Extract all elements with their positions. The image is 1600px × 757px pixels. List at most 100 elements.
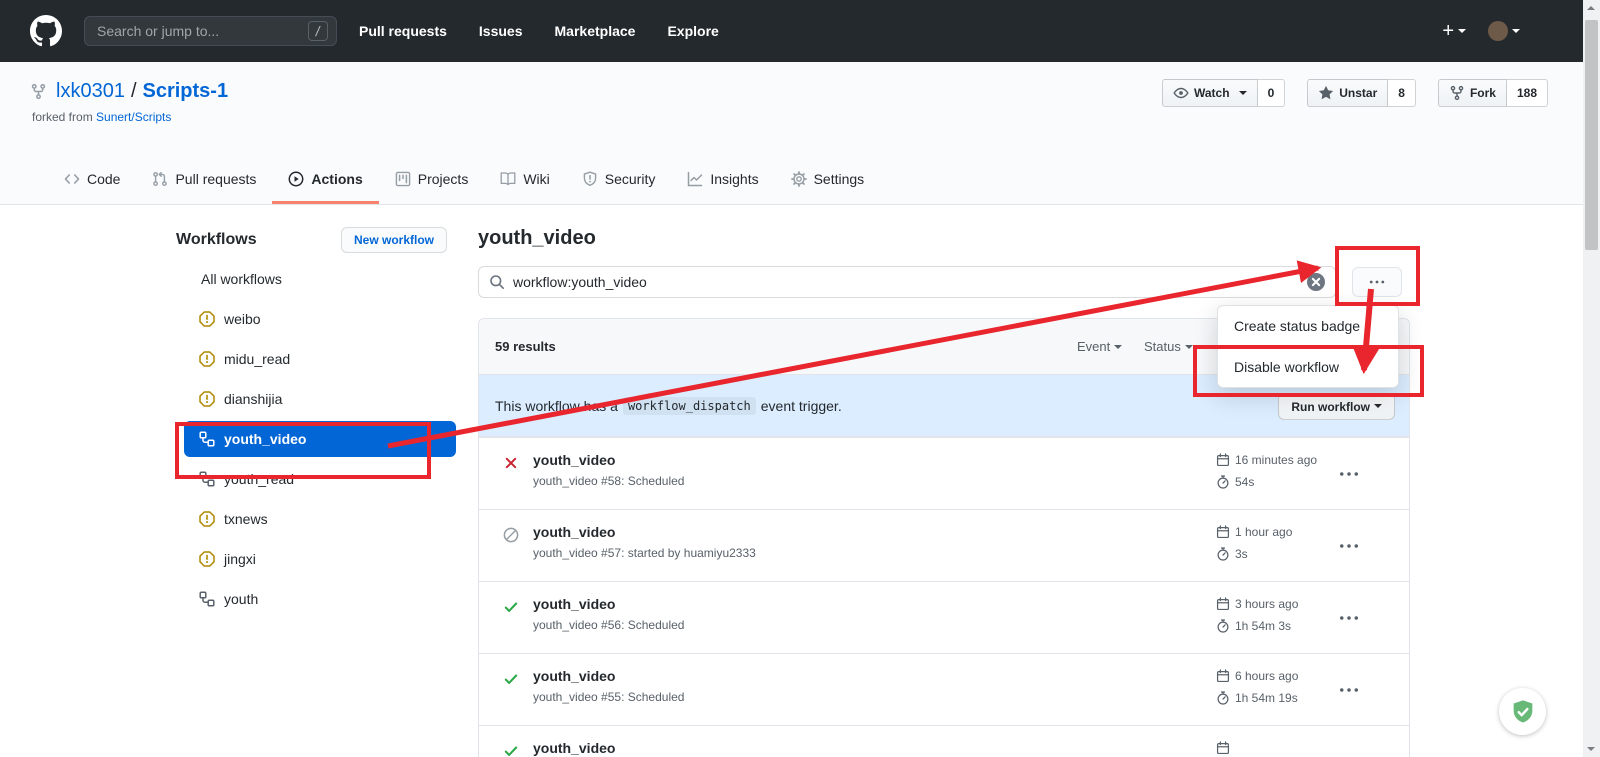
sidebar-item-label: midu_read bbox=[224, 351, 290, 367]
run-workflow-button[interactable]: Run workflow bbox=[1278, 393, 1395, 420]
run-row[interactable]: youth_video youth_video #55: Scheduled 6… bbox=[479, 653, 1409, 725]
nav-explore[interactable]: Explore bbox=[667, 23, 718, 39]
page-title: youth_video bbox=[478, 227, 1410, 250]
workflows-heading: Workflows bbox=[176, 231, 257, 249]
run-title-link[interactable]: youth_video bbox=[533, 668, 684, 684]
tab-code[interactable]: Code bbox=[48, 157, 136, 204]
warning-icon bbox=[199, 311, 215, 327]
sidebar-item-jingxi[interactable]: jingxi bbox=[184, 541, 456, 577]
sidebar-item-label: txnews bbox=[224, 511, 268, 527]
page-scrollbar[interactable] bbox=[1583, 0, 1600, 757]
tab-security[interactable]: Security bbox=[566, 157, 672, 204]
sidebar-item-label: All workflows bbox=[201, 271, 282, 287]
menu-item-disable-workflow[interactable]: Disable workflow bbox=[1218, 347, 1398, 387]
fork-count[interactable]: 188 bbox=[1507, 79, 1548, 107]
sidebar-item-label: youth_read bbox=[224, 471, 294, 487]
repo-forked-icon bbox=[1449, 85, 1465, 101]
menu-item-create-status-badge[interactable]: Create status badge bbox=[1218, 306, 1398, 346]
clear-filter-icon[interactable] bbox=[1307, 273, 1325, 291]
run-time: 6 hours ago bbox=[1235, 669, 1298, 683]
run-subtitle: youth_video #55: Scheduled bbox=[533, 690, 684, 704]
repo-owner-link[interactable]: lxk0301 bbox=[56, 80, 125, 103]
sidebar-item-label: jingxi bbox=[224, 551, 256, 567]
new-workflow-button[interactable]: New workflow bbox=[341, 227, 447, 253]
run-subtitle: youth_video #58: Scheduled bbox=[533, 474, 684, 488]
nav-pull-requests[interactable]: Pull requests bbox=[359, 23, 447, 39]
fork-notice-text: forked from bbox=[32, 110, 93, 124]
star-count[interactable]: 8 bbox=[1388, 79, 1416, 107]
workflows-sidebar: Workflows New workflow All workflows wei… bbox=[176, 219, 456, 621]
workflow-icon bbox=[199, 471, 215, 487]
watch-button[interactable]: Watch bbox=[1162, 79, 1258, 107]
run-row[interactable]: youth_video youth_video #57: started by … bbox=[479, 509, 1409, 581]
repo-header: lxk0301 / Scripts-1 forked from Sunert/S… bbox=[0, 62, 1600, 205]
tab-projects[interactable]: Projects bbox=[379, 157, 485, 204]
run-row[interactable]: youth_video bbox=[479, 725, 1409, 757]
calendar-icon bbox=[1216, 669, 1230, 683]
sidebar-item-dianshijia[interactable]: dianshijia bbox=[184, 381, 456, 417]
scrollbar-thumb[interactable] bbox=[1585, 20, 1598, 250]
repo-title-separator: / bbox=[131, 80, 137, 103]
runs-filter-search[interactable] bbox=[478, 266, 1336, 298]
play-icon bbox=[288, 171, 304, 187]
gear-icon bbox=[791, 171, 807, 187]
run-options-icon[interactable] bbox=[1336, 608, 1362, 628]
run-row[interactable]: youth_video youth_video #56: Scheduled 3… bbox=[479, 581, 1409, 653]
repo-tab-nav: Code Pull requests Actions Projects Wiki… bbox=[48, 157, 880, 204]
run-status-success-icon bbox=[503, 599, 519, 615]
run-title-link[interactable]: youth_video bbox=[533, 740, 615, 756]
status-filter-dropdown[interactable]: Status bbox=[1144, 339, 1193, 354]
tab-wiki[interactable]: Wiki bbox=[484, 157, 565, 204]
run-duration: 1h 54m 3s bbox=[1235, 619, 1291, 633]
event-filter-dropdown[interactable]: Event bbox=[1077, 339, 1122, 354]
book-icon bbox=[500, 171, 516, 187]
sidebar-item-midu-read[interactable]: midu_read bbox=[184, 341, 456, 377]
run-meta bbox=[1216, 739, 1235, 757]
run-options-icon[interactable] bbox=[1336, 464, 1362, 484]
workflow-options-button[interactable] bbox=[1352, 267, 1402, 297]
run-title-link[interactable]: youth_video bbox=[533, 596, 684, 612]
nav-marketplace[interactable]: Marketplace bbox=[555, 23, 636, 39]
tab-insights[interactable]: Insights bbox=[671, 157, 774, 204]
run-row[interactable]: youth_video youth_video #58: Scheduled 1… bbox=[479, 437, 1409, 509]
global-search[interactable]: / bbox=[84, 16, 337, 46]
calendar-icon bbox=[1216, 525, 1230, 539]
run-meta: 16 minutes ago 54s bbox=[1216, 451, 1317, 495]
fork-button[interactable]: Fork bbox=[1438, 79, 1507, 107]
sidebar-item-all-workflows[interactable]: All workflows bbox=[184, 261, 456, 297]
user-menu[interactable] bbox=[1488, 21, 1520, 41]
run-options-icon[interactable] bbox=[1336, 680, 1362, 700]
nav-issues[interactable]: Issues bbox=[479, 23, 523, 39]
sidebar-item-youth-read[interactable]: youth_read bbox=[184, 461, 456, 497]
sidebar-item-youth-video[interactable]: youth_video bbox=[184, 421, 456, 457]
caret-down-icon bbox=[1239, 91, 1247, 99]
github-logo-icon[interactable] bbox=[30, 15, 62, 47]
sidebar-item-label: weibo bbox=[224, 311, 261, 327]
fork-source-link[interactable]: Sunert/Scripts bbox=[96, 110, 171, 124]
sidebar-item-label: dianshijia bbox=[224, 391, 282, 407]
repo-name-link[interactable]: Scripts-1 bbox=[143, 80, 229, 103]
sidebar-item-weibo[interactable]: weibo bbox=[184, 301, 456, 337]
run-time: 1 hour ago bbox=[1235, 525, 1292, 539]
scroll-up-arrow-icon[interactable] bbox=[1587, 6, 1595, 10]
banner-code: workflow_dispatch bbox=[623, 397, 756, 415]
shield-check-icon bbox=[1509, 698, 1537, 726]
run-options-icon[interactable] bbox=[1336, 536, 1362, 556]
caret-down-icon bbox=[1185, 345, 1193, 353]
workflow-icon bbox=[199, 591, 215, 607]
runs-filter-input[interactable] bbox=[513, 274, 1299, 290]
sidebar-item-txnews[interactable]: txnews bbox=[184, 501, 456, 537]
adguard-extension-badge[interactable] bbox=[1499, 688, 1546, 735]
run-title-link[interactable]: youth_video bbox=[533, 524, 756, 540]
scroll-down-arrow-icon[interactable] bbox=[1587, 747, 1595, 751]
watch-count[interactable]: 0 bbox=[1258, 79, 1286, 107]
create-new-menu[interactable]: + bbox=[1442, 21, 1466, 41]
sidebar-item-youth[interactable]: youth bbox=[184, 581, 456, 617]
tab-actions[interactable]: Actions bbox=[272, 157, 378, 204]
global-search-input[interactable] bbox=[97, 23, 308, 39]
tab-pull-requests[interactable]: Pull requests bbox=[136, 157, 272, 204]
tab-settings[interactable]: Settings bbox=[775, 157, 881, 204]
run-title-link[interactable]: youth_video bbox=[533, 452, 684, 468]
unstar-button[interactable]: Unstar bbox=[1307, 79, 1388, 107]
calendar-icon bbox=[1216, 453, 1230, 467]
